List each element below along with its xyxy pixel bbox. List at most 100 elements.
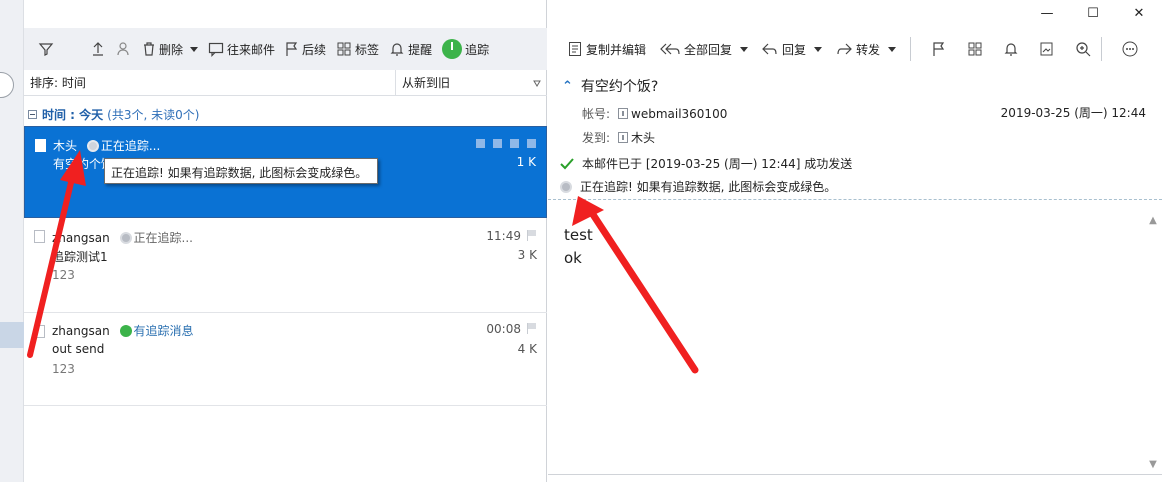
tracking-status: 正在追踪... <box>133 231 193 245</box>
track-status: 正在追踪! 如果有追踪数据, 此图标会变成绿色。 <box>580 180 837 194</box>
minimize-button[interactable]: — <box>1024 0 1070 26</box>
mail-read-icon <box>34 325 45 338</box>
scroll-up-icon[interactable]: ▲ <box>1148 216 1158 226</box>
mail-subject: 追踪测试1 <box>52 250 108 264</box>
folder-avatar[interactable] <box>0 72 14 98</box>
body-line: test <box>564 226 593 244</box>
flag-icon[interactable] <box>527 323 537 334</box>
folder-selected-item[interactable] <box>0 322 24 348</box>
chevron-down-icon[interactable] <box>814 46 823 52</box>
more-button[interactable] <box>1112 37 1148 61</box>
mail-item-2[interactable]: zhangsan 正在追踪... 11:49 追踪测试1 3 K 123 <box>24 218 547 313</box>
sort-order-label: 从新到旧 <box>402 76 451 90</box>
mail-time-line: 00:08 <box>486 322 537 336</box>
bell-icon <box>390 43 404 56</box>
mail-body: test ok <box>564 224 593 270</box>
minimize-icon: — <box>1040 5 1054 21</box>
tags-button[interactable]: 标签 <box>336 37 379 61</box>
forward-icon <box>837 43 852 55</box>
body-scrollbar[interactable]: ▲ ▼ <box>1144 212 1162 474</box>
account-value[interactable]: webmail360100 <box>618 107 727 121</box>
copy-edit-label: 复制并编辑 <box>586 42 647 57</box>
remind-button[interactable]: 提醒 <box>389 37 432 61</box>
tracking-status-icon[interactable] <box>560 180 572 193</box>
move-up-button[interactable] <box>90 37 106 61</box>
sort-bar: 排序: 时间 从新到旧 <box>24 70 547 96</box>
close-button[interactable]: ✕ <box>1116 0 1162 26</box>
grid-icon[interactable] <box>476 139 485 148</box>
group-count: (共3个, 未读0个) <box>107 107 200 122</box>
remind-label: 提醒 <box>408 42 433 57</box>
tracking-status-icon[interactable] <box>86 140 99 152</box>
to-value[interactable]: 木头 <box>618 129 655 146</box>
reading-subject: 有空约个饭? <box>580 79 659 95</box>
reading-toolbar: 复制并编辑 全部回复 回复 转发 <box>548 28 1162 70</box>
tracking-status-icon[interactable] <box>119 232 132 244</box>
sort-field[interactable]: 排序: 时间 <box>24 70 396 95</box>
grid-icon <box>337 42 351 56</box>
close-icon: ✕ <box>1133 5 1145 21</box>
mail-item-3[interactable]: zhangsan 有追踪消息 00:08 out send 4 K 123 <box>24 313 547 406</box>
flag-icon <box>286 42 298 56</box>
mail-preview: 123 <box>52 362 75 376</box>
copy-edit-button[interactable]: 复制并编辑 <box>568 41 646 58</box>
zoom-button[interactable] <box>1065 37 1101 61</box>
delete-label: 删除 <box>159 42 184 57</box>
collapse-icon[interactable] <box>28 109 37 119</box>
group-header-today[interactable]: 时间 : 今天 (共3个, 未读0个) <box>24 104 547 124</box>
check-icon <box>560 157 574 169</box>
filter-icon <box>38 43 54 56</box>
account-row: 帐号: webmail360100 <box>582 105 727 122</box>
tracking-status-icon[interactable] <box>119 325 132 337</box>
maximize-icon: ☐ <box>1087 5 1099 21</box>
to-row: 发到: 木头 <box>582 129 655 146</box>
mail-time: 00:08 <box>486 322 521 336</box>
filter-button[interactable] <box>38 37 54 61</box>
triangle-down-icon <box>533 80 541 87</box>
flag-button[interactable] <box>921 37 957 61</box>
correspondence-label: 往来邮件 <box>227 42 276 57</box>
maximize-button[interactable]: ☐ <box>1070 0 1116 26</box>
list-toolbar: 删除 往来邮件 后续 标签 提醒 追踪 <box>24 28 547 70</box>
chevron-down-icon[interactable] <box>888 46 897 52</box>
remind-button[interactable] <box>993 37 1029 61</box>
grid-icon <box>968 42 982 56</box>
reply-icon <box>762 43 777 55</box>
image-button[interactable] <box>1029 37 1065 61</box>
mail-size: 4 K <box>517 342 537 356</box>
toolbar-divider <box>910 37 912 61</box>
forward-button[interactable]: 转发 <box>836 41 897 58</box>
contact-button[interactable] <box>116 37 132 61</box>
flag-icon[interactable] <box>527 139 536 148</box>
reply-all-label: 全部回复 <box>684 42 733 57</box>
flag-icon[interactable] <box>527 230 537 241</box>
tags-button[interactable] <box>957 37 993 61</box>
bell-icon <box>1004 43 1018 56</box>
mail-size: 3 K <box>517 248 537 262</box>
tags-label: 标签 <box>355 42 380 57</box>
mail-list-pane: 删除 往来邮件 后续 标签 提醒 追踪 排序: 时间 从新到旧 时间: 今天 … <box>24 0 547 482</box>
folder-strip <box>0 0 24 482</box>
mail-time-line: 11:49 <box>486 229 537 243</box>
chevron-up-icon[interactable]: ⌃ <box>562 79 573 94</box>
reply-all-button[interactable]: 全部回复 <box>660 41 749 58</box>
scroll-down-icon[interactable]: ▼ <box>1148 460 1158 470</box>
chevron-down-icon[interactable] <box>740 46 749 52</box>
trash-icon <box>144 42 154 56</box>
mail-sender: zhangsan <box>52 231 110 245</box>
chevron-down-icon[interactable] <box>190 46 199 52</box>
reply-button[interactable]: 回复 <box>762 41 823 58</box>
tracking-status: 有追踪消息 <box>133 324 194 338</box>
sort-order[interactable]: 从新到旧 <box>396 74 547 91</box>
note-icon[interactable] <box>493 139 502 148</box>
correspondence-button[interactable]: 往来邮件 <box>208 37 275 61</box>
followup-button[interactable]: 后续 <box>285 37 326 61</box>
flag-icon <box>933 42 945 56</box>
move-up-icon <box>93 42 103 56</box>
contact-icon <box>618 108 628 119</box>
sent-status-row: 本邮件已于 [2019-03-25 (周一) 12:44] 成功发送 <box>560 155 852 172</box>
trash-icon[interactable] <box>510 139 519 148</box>
track-button[interactable]: 追踪 <box>442 37 489 61</box>
delete-button[interactable]: 删除 <box>142 37 199 61</box>
bottom-border <box>548 474 1162 475</box>
